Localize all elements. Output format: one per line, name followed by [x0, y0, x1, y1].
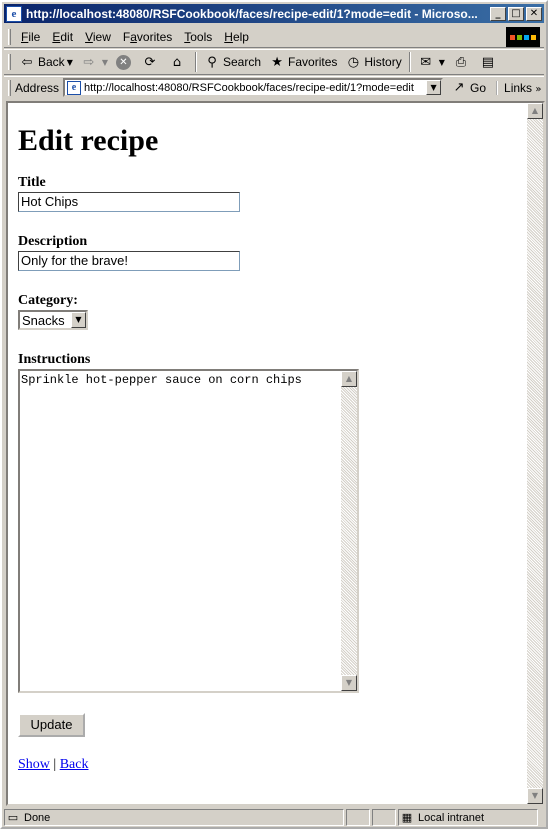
zone-cell: ▦ Local intranet: [398, 809, 538, 826]
favorites-icon: ★: [271, 54, 283, 70]
title-bar[interactable]: e http://localhost:48080/RSFCookbook/fac…: [4, 4, 544, 23]
back-link[interactable]: Back: [60, 757, 89, 772]
browser-window: e http://localhost:48080/RSFCookbook/fac…: [0, 0, 548, 829]
status-text-cell: ▭ Done: [4, 809, 344, 826]
menu-file[interactable]: File: [15, 30, 46, 44]
home-icon: ⌂: [172, 54, 182, 70]
page-body: Edit recipe Title Hot Chips Description …: [18, 103, 523, 773]
search-icon: ⚲: [207, 54, 217, 70]
stop-icon: ✕: [116, 54, 131, 70]
refresh-button[interactable]: ⟳: [138, 51, 165, 73]
instructions-label: Instructions: [18, 352, 91, 367]
page-done-icon: ▭: [7, 811, 19, 824]
update-button[interactable]: Update: [18, 713, 85, 737]
page-title: Edit recipe: [18, 124, 159, 157]
toolbar-separator-2: [408, 52, 411, 72]
address-bar: Address e http://localhost:48080/RSFCook…: [4, 76, 544, 98]
page-scrollbar[interactable]: ▲ ▼: [527, 103, 543, 804]
address-label: Address: [15, 80, 60, 95]
page-icon: e: [67, 80, 82, 95]
chevron-down-icon[interactable]: ▼: [71, 312, 86, 328]
back-dropdown-icon[interactable]: ▼: [67, 58, 73, 67]
title-label: Title: [18, 175, 46, 190]
minimize-button[interactable]: _: [490, 6, 506, 21]
show-link[interactable]: Show: [18, 757, 50, 772]
stop-button[interactable]: ✕: [112, 51, 138, 73]
status-bar: ▭ Done ▦ Local intranet: [4, 808, 544, 827]
menu-view[interactable]: View: [79, 30, 117, 44]
title-field[interactable]: Hot Chips: [18, 192, 240, 212]
refresh-icon: ⟳: [144, 54, 156, 70]
menu-edit[interactable]: Edit: [46, 30, 79, 44]
edit-page-icon: ▤: [481, 54, 495, 70]
edit-page-button[interactable]: ▤: [476, 51, 503, 73]
description-field[interactable]: Only for the brave!: [18, 251, 240, 271]
links-button[interactable]: Links »: [496, 80, 542, 95]
forward-button[interactable]: ⇨ ▼: [77, 51, 112, 73]
page-scroll-up-icon[interactable]: ▲: [527, 103, 543, 119]
print-icon: ⎙: [455, 54, 467, 70]
status-cell-3: [372, 809, 396, 826]
intranet-icon: ▦: [401, 811, 413, 824]
scroll-up-icon[interactable]: ▲: [341, 371, 357, 387]
history-icon: ◷: [347, 54, 360, 70]
textarea-scrollbar[interactable]: ▲ ▼: [341, 371, 357, 691]
mail-button[interactable]: ✉ ▼: [414, 51, 449, 73]
address-dropdown-icon[interactable]: ▼: [426, 80, 442, 95]
mail-dropdown-icon[interactable]: ▼: [439, 58, 445, 67]
maximize-button[interactable]: □: [508, 6, 524, 21]
back-button[interactable]: ⇦ Back ▼: [15, 51, 77, 73]
mail-icon: ✉: [420, 54, 432, 70]
description-label: Description: [18, 234, 88, 249]
favorites-button[interactable]: ★ Favorites: [265, 51, 341, 73]
toolbar-grip: [8, 54, 11, 70]
chevron-right-icon: »: [535, 83, 542, 95]
menu-grip: [8, 28, 11, 45]
address-url[interactable]: http://localhost:48080/RSFCookbook/faces…: [84, 82, 414, 94]
category-select[interactable]: Snacks ▼: [18, 310, 88, 330]
menu-favorites[interactable]: Favorites: [117, 30, 178, 44]
window-title: http://localhost:48080/RSFCookbook/faces…: [26, 6, 478, 21]
forward-dropdown-icon[interactable]: ▼: [102, 58, 108, 67]
history-button[interactable]: ◷ History: [341, 51, 405, 73]
menu-bar: File Edit View Favorites Tools Help: [4, 26, 544, 48]
back-arrow-icon: ⇦: [21, 54, 33, 70]
address-grip: [8, 79, 11, 96]
category-value: Snacks: [22, 312, 65, 328]
close-button[interactable]: ✕: [526, 6, 542, 21]
forward-arrow-icon: ⇨: [83, 54, 95, 70]
scroll-down-icon[interactable]: ▼: [341, 675, 357, 691]
standard-toolbar: ⇦ Back ▼ ⇨ ▼ ✕ ⟳ ⌂ ⚲ Search ★ Favorites …: [4, 49, 544, 75]
page-scroll-down-icon[interactable]: ▼: [527, 788, 543, 804]
go-button[interactable]: ↗ Go: [451, 80, 486, 96]
instructions-textarea[interactable]: Sprinkle hot-pepper sauce on corn chips …: [18, 369, 359, 693]
page-viewport: Edit recipe Title Hot Chips Description …: [6, 101, 545, 806]
menu-tools[interactable]: Tools: [178, 30, 218, 44]
home-button[interactable]: ⌂: [165, 51, 192, 73]
windows-logo-icon: [506, 27, 540, 47]
go-arrow-icon: ↗: [453, 80, 465, 95]
link-separator: |: [53, 757, 57, 772]
address-input[interactable]: e http://localhost:48080/RSFCookbook/fac…: [63, 78, 444, 97]
print-button[interactable]: ⎙: [449, 51, 476, 73]
toolbar-separator: [195, 52, 197, 72]
nav-links: Show | Back: [18, 757, 523, 773]
instructions-text[interactable]: Sprinkle hot-pepper sauce on corn chips: [21, 373, 302, 387]
category-label: Category:: [18, 293, 78, 308]
ie-page-icon: e: [6, 5, 22, 22]
search-button[interactable]: ⚲ Search: [200, 51, 265, 73]
status-cell-2: [346, 809, 370, 826]
menu-help[interactable]: Help: [218, 30, 255, 44]
